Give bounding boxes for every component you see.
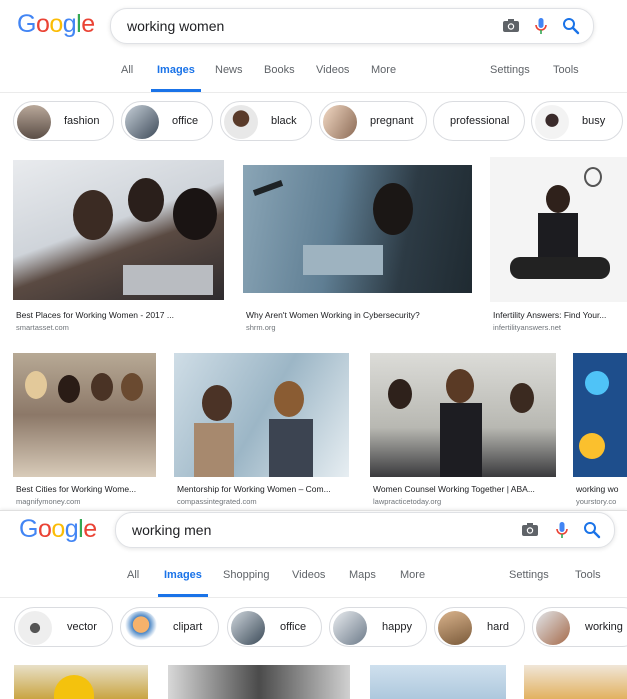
tab-tools[interactable]: Tools xyxy=(575,569,601,581)
chip-working[interactable]: working xyxy=(532,607,627,647)
tab-videos[interactable]: Videos xyxy=(292,569,325,581)
chip-label: hard xyxy=(487,621,510,633)
tab-images[interactable]: Images xyxy=(158,569,208,597)
result-image-7[interactable] xyxy=(573,353,627,477)
chip-label: working xyxy=(585,621,623,633)
search-query[interactable]: working women xyxy=(127,18,224,34)
chip-thumbnail xyxy=(124,611,158,645)
tab-settings[interactable]: Settings xyxy=(509,569,549,581)
chip-thumbnail xyxy=(536,611,570,645)
tab-all[interactable]: All xyxy=(127,569,139,581)
result-image-2[interactable] xyxy=(243,165,472,293)
chip-label: clipart xyxy=(173,621,203,633)
tab-news[interactable]: News xyxy=(215,64,243,76)
chip-label: office xyxy=(280,621,307,633)
chip-label: happy xyxy=(382,621,412,633)
chip-thumbnail xyxy=(125,105,159,139)
chip-fashion[interactable]: fashion xyxy=(13,101,114,141)
result-image-4[interactable] xyxy=(13,353,156,477)
search-query[interactable]: working men xyxy=(132,522,211,538)
tab-settings[interactable]: Settings xyxy=(490,64,530,76)
search-tabs: All Images News Books Videos More Settin… xyxy=(0,52,627,93)
result-source-6: lawpracticetoday.org xyxy=(373,497,442,506)
chip-pregnant[interactable]: pregnant xyxy=(319,101,427,141)
result-image-3[interactable] xyxy=(370,665,506,699)
tab-maps[interactable]: Maps xyxy=(349,569,376,581)
google-logo[interactable]: Google xyxy=(19,515,97,544)
search-box[interactable]: working women xyxy=(110,8,594,44)
chip-label: fashion xyxy=(64,115,100,127)
chip-thumbnail xyxy=(224,105,258,139)
chip-vector[interactable]: vector xyxy=(14,607,113,647)
search-icon[interactable] xyxy=(582,520,602,540)
chip-office[interactable]: office xyxy=(227,607,322,647)
chip-label: professional xyxy=(450,115,510,127)
result-title-4[interactable]: Best Cities for Working Wome... xyxy=(16,484,153,494)
search-box[interactable]: working men xyxy=(115,512,615,548)
chip-thumbnail xyxy=(535,105,569,139)
chip-thumbnail xyxy=(438,611,472,645)
result-source-2: shrm.org xyxy=(246,323,276,332)
chip-label: black xyxy=(271,115,297,127)
chip-happy[interactable]: happy xyxy=(329,607,427,647)
result-image-3[interactable] xyxy=(490,157,627,302)
chip-thumbnail xyxy=(333,611,367,645)
chip-thumbnail xyxy=(17,105,51,139)
result-source-4: magnifymoney.com xyxy=(16,497,81,506)
working-women-results: Google working women All Images News Boo… xyxy=(0,0,627,510)
tab-books[interactable]: Books xyxy=(264,64,295,76)
result-title-6[interactable]: Women Counsel Working Together | ABA... xyxy=(373,484,558,494)
result-title-5[interactable]: Mentorship for Working Women – Com... xyxy=(177,484,352,494)
chip-label: vector xyxy=(67,621,97,633)
chip-thumbnail xyxy=(231,611,265,645)
chip-thumbnail xyxy=(18,611,52,645)
result-source-3: infertilityanswers.net xyxy=(493,323,561,332)
chip-label: office xyxy=(172,115,199,127)
microphone-icon[interactable] xyxy=(552,520,572,540)
chip-clipart[interactable]: clipart xyxy=(120,607,219,647)
result-image-2[interactable] xyxy=(168,665,350,699)
camera-icon[interactable] xyxy=(520,520,540,540)
result-image-5[interactable] xyxy=(174,353,349,477)
result-source-7: yourstory.co xyxy=(576,497,617,506)
result-image-1[interactable] xyxy=(14,665,148,699)
result-source-1: smartasset.com xyxy=(16,323,69,332)
tab-shopping[interactable]: Shopping xyxy=(223,569,270,581)
chip-professional[interactable]: professional xyxy=(433,101,525,141)
result-title-7[interactable]: working wo xyxy=(576,484,627,494)
search-icon[interactable] xyxy=(561,16,581,36)
result-title-1[interactable]: Best Places for Working Women - 2017 ... xyxy=(16,310,221,320)
result-title-2[interactable]: Why Aren't Women Working in Cybersecurit… xyxy=(246,310,476,320)
result-title-3[interactable]: Infertility Answers: Find Your... xyxy=(493,310,623,320)
chip-hard[interactable]: hard xyxy=(434,607,525,647)
google-logo[interactable]: Google xyxy=(17,10,95,39)
search-tabs: All Images Shopping Videos Maps More Set… xyxy=(0,557,627,598)
result-image-4[interactable] xyxy=(524,665,627,699)
microphone-icon[interactable] xyxy=(531,16,551,36)
camera-icon[interactable] xyxy=(501,16,521,36)
tab-more[interactable]: More xyxy=(400,569,425,581)
chip-thumbnail xyxy=(323,105,357,139)
tab-tools[interactable]: Tools xyxy=(553,64,579,76)
tab-images[interactable]: Images xyxy=(151,64,201,92)
chip-office[interactable]: office xyxy=(121,101,213,141)
result-image-6[interactable] xyxy=(370,353,556,477)
result-source-5: compassintegrated.com xyxy=(177,497,257,506)
chip-busy[interactable]: busy xyxy=(531,101,623,141)
working-men-results: Google working men All Images Shopping V… xyxy=(0,510,627,699)
tab-more[interactable]: More xyxy=(371,64,396,76)
chip-black[interactable]: black xyxy=(220,101,312,141)
chip-label: busy xyxy=(582,115,606,127)
result-image-1[interactable] xyxy=(13,160,224,300)
tab-videos[interactable]: Videos xyxy=(316,64,349,76)
tab-all[interactable]: All xyxy=(121,64,133,76)
chip-label: pregnant xyxy=(370,115,414,127)
